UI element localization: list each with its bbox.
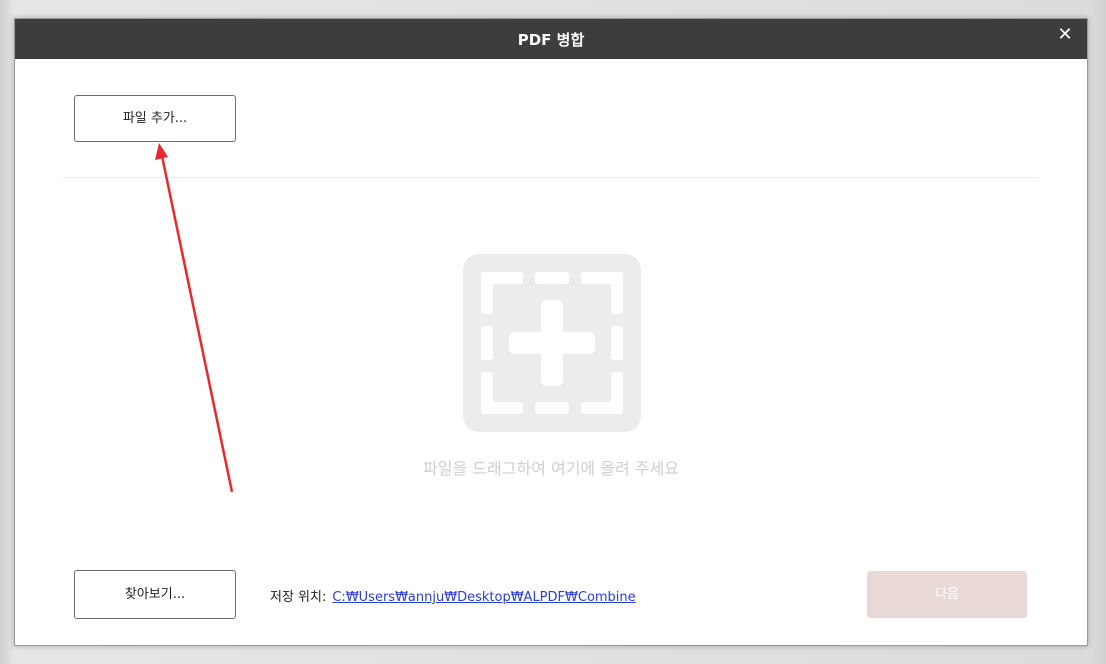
divider — [63, 177, 1039, 178]
drop-hint-text: 파일을 드래그하여 여기에 올려 주세요 — [423, 459, 679, 478]
add-file-frame-icon — [463, 254, 641, 432]
next-button[interactable]: 다음 — [867, 571, 1027, 618]
browse-button[interactable]: 찾아보기... — [74, 570, 236, 619]
title-bar: PDF 병합 ✕ — [15, 19, 1087, 59]
dialog-title: PDF 병합 — [517, 31, 585, 49]
save-location: 저장 위치: C:₩Users₩annju₩Desktop₩ALPDF₩Combi… — [270, 586, 636, 605]
add-file-button[interactable]: 파일 추가... — [74, 95, 236, 142]
pdf-merge-dialog: PDF 병합 ✕ 파일 추가... 파일을 드래그하여 여기에 올려 주세요 찾… — [14, 18, 1088, 646]
drop-zone[interactable]: 파일을 드래그하여 여기에 올려 주세요 — [63, 179, 1039, 549]
close-icon: ✕ — [1057, 24, 1073, 45]
close-button[interactable]: ✕ — [1053, 23, 1077, 47]
save-location-path-link[interactable]: C:₩Users₩annju₩Desktop₩ALPDF₩Combine — [332, 590, 635, 605]
save-location-label: 저장 위치: — [270, 590, 327, 605]
